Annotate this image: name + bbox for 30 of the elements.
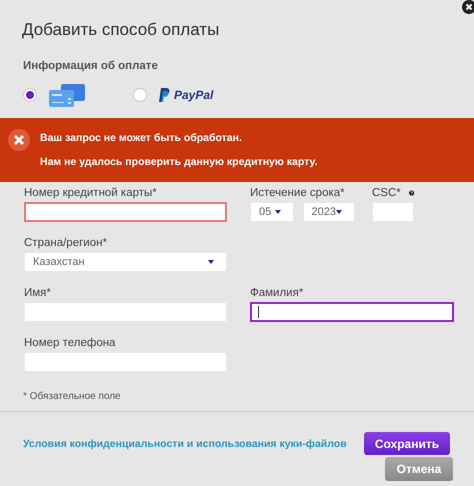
cancel-button[interactable]: Отмена [385,457,453,481]
section-heading: Информация об оплате [23,60,158,72]
caret-icon [336,210,342,214]
radio-button[interactable] [23,88,37,102]
save-button[interactable]: Сохранить [364,432,450,455]
dropdown[interactable]: 05 [250,202,294,222]
caret-icon [208,260,214,264]
field-label: Номер телефона [24,337,116,349]
text-field[interactable] [24,202,227,222]
field-label: Страна/регион* [24,237,107,249]
field-label: Имя* [24,287,51,299]
radio-button[interactable] [133,88,147,102]
help-icon[interactable] [408,188,414,198]
text-field[interactable] [250,302,454,322]
error-message: Нам не удалось проверить данную кредитную карту. [40,156,318,168]
error-icon [8,129,30,151]
field-label: Фамилия* [250,287,304,299]
dropdown[interactable]: Казахстан [24,252,227,272]
field-label: Истечение срока* [250,187,345,199]
caret-icon [274,210,281,214]
credit-cards-icon [49,84,85,106]
error-message: Ваш запрос не может быть обработан. [40,132,243,144]
field-label: CSC* [372,187,401,199]
required-note: * Обязательное поле [23,391,121,402]
dropdown[interactable]: 2023 [302,202,355,222]
close-icon[interactable] [462,0,474,14]
paypal-logo-icon [159,88,170,102]
field-label: Номер кредитной карты* [24,187,157,199]
paypal-label: PayPal [174,88,214,102]
dialog-title: Добавить способ оплаты [22,20,220,40]
